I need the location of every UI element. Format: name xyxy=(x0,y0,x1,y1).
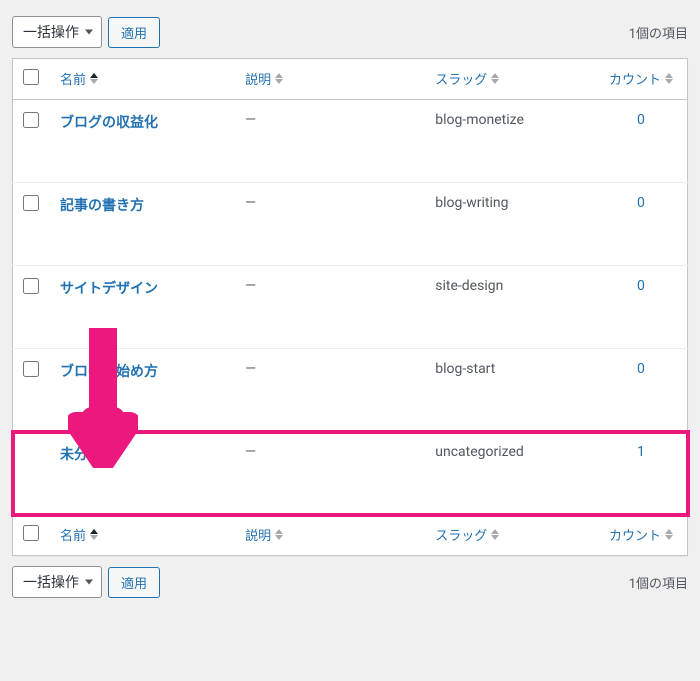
row-checkbox-cell xyxy=(13,100,51,183)
select-all-header xyxy=(13,59,51,100)
select-all-footer xyxy=(13,515,51,556)
sort-icon xyxy=(275,529,283,540)
column-description-header: 説明 xyxy=(235,59,425,100)
row-slug-cell: site-design xyxy=(425,266,595,349)
apply-button-bottom[interactable]: 適用 xyxy=(108,567,160,598)
category-link[interactable]: 未分類 xyxy=(60,447,102,463)
column-slug-header: スラッグ xyxy=(425,59,595,100)
sort-by-description[interactable]: 説明 xyxy=(245,69,283,88)
column-description-footer: 説明 xyxy=(235,515,425,556)
item-count-bottom: 1個の項目 xyxy=(629,573,688,592)
sort-by-slug-footer[interactable]: スラッグ xyxy=(435,525,499,544)
row-count-cell: 1 xyxy=(595,432,688,515)
row-checkbox[interactable] xyxy=(23,361,39,377)
category-link[interactable]: サイトデザイン xyxy=(60,281,158,297)
sort-by-count[interactable]: カウント xyxy=(609,69,673,88)
row-description-cell: — xyxy=(235,266,425,349)
column-name-label: 名前 xyxy=(60,525,86,544)
table-row: サイトデザイン —site-design 0 xyxy=(13,266,688,349)
row-description-cell: — xyxy=(235,432,425,515)
row-slug-cell: blog-start xyxy=(425,349,595,432)
row-slug-cell: blog-monetize xyxy=(425,100,595,183)
column-slug-label: スラッグ xyxy=(435,525,487,544)
row-checkbox[interactable] xyxy=(23,112,39,128)
sort-icon xyxy=(90,529,98,540)
row-count-cell: 0 xyxy=(595,266,688,349)
categories-table: 名前 説明 スラッグ xyxy=(12,58,688,556)
count-link[interactable]: 1 xyxy=(637,444,645,460)
sort-by-slug[interactable]: スラッグ xyxy=(435,69,499,88)
column-name-footer: 名前 xyxy=(50,515,235,556)
sort-by-description-footer[interactable]: 説明 xyxy=(245,525,283,544)
item-count: 1個の項目 xyxy=(629,23,688,42)
column-count-label: カウント xyxy=(609,69,661,88)
sort-by-name-footer[interactable]: 名前 xyxy=(60,525,98,544)
row-description-cell: — xyxy=(235,183,425,266)
row-description-cell: — xyxy=(235,349,425,432)
sort-icon xyxy=(275,73,283,84)
row-checkbox[interactable] xyxy=(23,195,39,211)
count-link[interactable]: 0 xyxy=(637,278,645,294)
column-name-header: 名前 xyxy=(50,59,235,100)
top-actions-bar: 一括操作 適用 1個の項目 xyxy=(12,12,688,58)
column-slug-label: スラッグ xyxy=(435,69,487,88)
row-checkbox-cell xyxy=(13,432,51,515)
column-count-header: カウント xyxy=(595,59,688,100)
row-name-cell: 未分類 xyxy=(50,432,235,515)
row-description-cell: — xyxy=(235,100,425,183)
bulk-action-label: 一括操作 xyxy=(23,25,79,41)
column-count-footer: カウント xyxy=(595,515,688,556)
row-checkbox[interactable] xyxy=(23,278,39,294)
bottom-actions-bar: 一括操作 適用 1個の項目 xyxy=(12,556,688,602)
sort-icon xyxy=(491,73,499,84)
sort-icon xyxy=(665,529,673,540)
row-name-cell: サイトデザイン xyxy=(50,266,235,349)
row-checkbox-cell xyxy=(13,266,51,349)
count-link[interactable]: 0 xyxy=(637,361,645,377)
column-description-label: 説明 xyxy=(245,525,271,544)
sort-icon xyxy=(665,73,673,84)
sort-icon xyxy=(90,73,98,84)
sort-by-name[interactable]: 名前 xyxy=(60,69,98,88)
row-name-cell: 記事の書き方 xyxy=(50,183,235,266)
count-link[interactable]: 0 xyxy=(637,195,645,211)
row-name-cell: ブログの収益化 xyxy=(50,100,235,183)
category-link[interactable]: ブログの始め方 xyxy=(60,364,158,380)
bulk-action-label: 一括操作 xyxy=(23,575,79,591)
table-body: ブログの収益化—blog-monetize0記事の書き方—blog-writin… xyxy=(13,100,688,515)
row-checkbox-cell xyxy=(13,349,51,432)
category-link[interactable]: ブログの収益化 xyxy=(60,115,158,131)
sort-icon xyxy=(491,529,499,540)
row-count-cell: 0 xyxy=(595,349,688,432)
row-count-cell: 0 xyxy=(595,183,688,266)
column-description-label: 説明 xyxy=(245,69,271,88)
bulk-action-select[interactable]: 一括操作 xyxy=(12,16,102,48)
row-slug-cell: blog-writing xyxy=(425,183,595,266)
row-name-cell: ブログの始め方 xyxy=(50,349,235,432)
table-row: 記事の書き方 —blog-writing 0 xyxy=(13,183,688,266)
select-all-checkbox-footer[interactable] xyxy=(23,525,39,541)
table-row: ブログの収益化 —blog-monetize 0 xyxy=(13,100,688,183)
sort-by-count-footer[interactable]: カウント xyxy=(609,525,673,544)
select-all-checkbox[interactable] xyxy=(23,69,39,85)
row-checkbox-cell xyxy=(13,183,51,266)
bulk-action-select-bottom[interactable]: 一括操作 xyxy=(12,566,102,598)
row-slug-cell: uncategorized xyxy=(425,432,595,515)
column-slug-footer: スラッグ xyxy=(425,515,595,556)
column-count-label: カウント xyxy=(609,525,661,544)
apply-button[interactable]: 適用 xyxy=(108,17,160,48)
table-row: ブログの始め方 —blog-start 0 xyxy=(13,349,688,432)
count-link[interactable]: 0 xyxy=(637,112,645,128)
table-row: 未分類 —uncategorized 1 xyxy=(13,432,688,515)
row-count-cell: 0 xyxy=(595,100,688,183)
category-link[interactable]: 記事の書き方 xyxy=(60,198,144,214)
column-name-label: 名前 xyxy=(60,69,86,88)
